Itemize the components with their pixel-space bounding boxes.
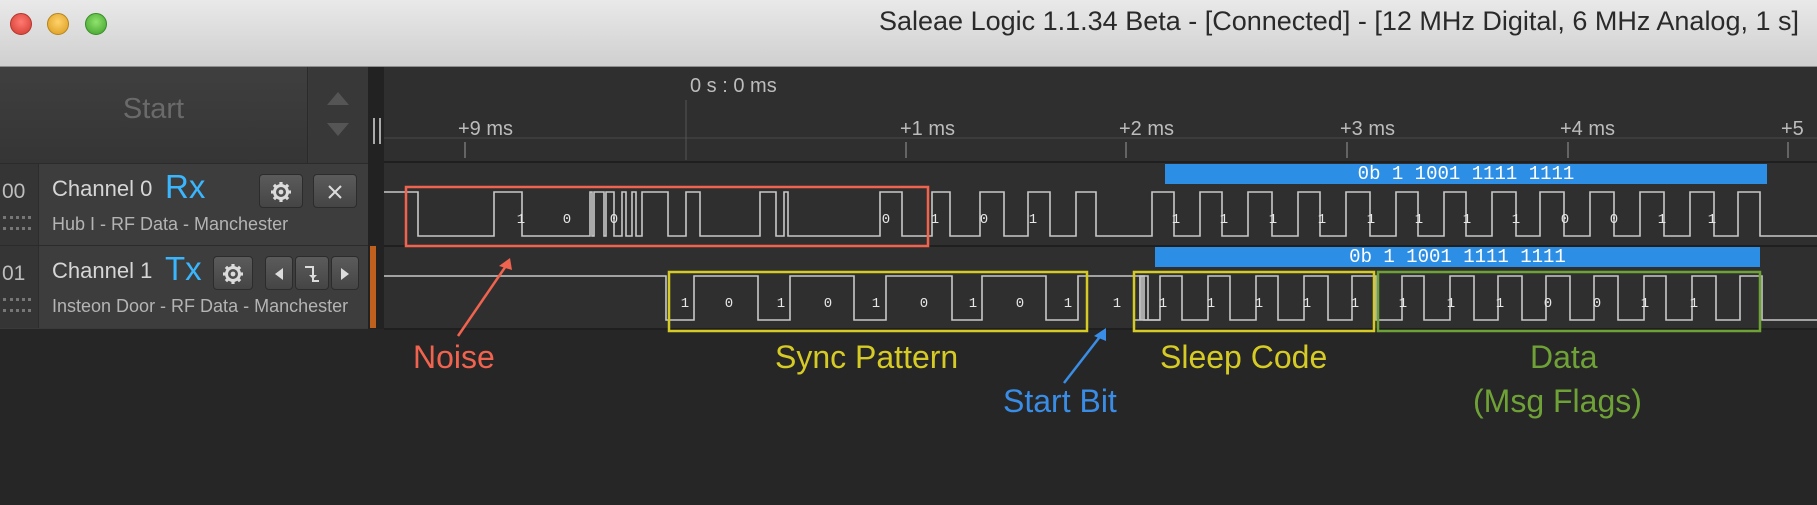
- channel-number: 00: [2, 180, 26, 203]
- arrow-left-icon: [275, 268, 283, 280]
- window-title: Saleae Logic 1.1.34 Beta - [Connected] -…: [879, 6, 1799, 36]
- time-tick-label: +1 ms: [900, 118, 956, 140]
- chevron-up-icon[interactable]: [327, 92, 349, 105]
- close-window-button[interactable]: [10, 13, 32, 35]
- panel-splitter[interactable]: [368, 67, 384, 329]
- channel-row-0[interactable]: 00 Channel 0 Rx Hub I - RF Data - Manche…: [0, 163, 368, 246]
- minimize-window-button[interactable]: [47, 13, 69, 35]
- annotation-data: Data: [1530, 339, 1598, 375]
- channel-name[interactable]: Channel 1: [52, 258, 152, 284]
- gear-icon: [223, 264, 243, 284]
- chevron-down-icon[interactable]: [327, 123, 349, 136]
- next-edge-button[interactable]: [331, 256, 359, 290]
- maximize-window-button[interactable]: [85, 13, 107, 35]
- decode-bubble-channel-1[interactable]: 0b 1 1001 1111 1111: [1155, 247, 1760, 267]
- decode-bubble-channel-0[interactable]: 0b 1 1001 1111 1111: [1165, 164, 1767, 184]
- channel-panel: Start 00 Channel 0 Rx Hub I - RF Data - …: [0, 67, 368, 329]
- drag-handle-icon[interactable]: [3, 298, 31, 312]
- gear-icon: [271, 182, 291, 202]
- annotation-sleep-code: Sleep Code: [1160, 339, 1328, 375]
- annotation-sync-pattern: Sync Pattern: [775, 339, 959, 375]
- annotation-msg-flags: (Msg Flags): [1473, 383, 1642, 419]
- channel-number: 01: [2, 262, 26, 285]
- time-tick-label: +9 ms: [458, 118, 514, 140]
- time-tick-label: +2 ms: [1119, 118, 1175, 140]
- channel-number-box[interactable]: 00: [0, 164, 39, 246]
- channel-annotation-tx: Tx: [165, 250, 202, 287]
- waveform-area[interactable]: [370, 67, 1817, 329]
- start-bit-arrow: [1063, 333, 1103, 384]
- arrow-right-icon: [341, 268, 349, 280]
- channel-subtitle: Insteon Door - RF Data - Manchester: [52, 296, 349, 316]
- start-label: Start: [122, 93, 185, 125]
- title-bar: Saleae Logic 1.1.34 Beta - [Connected] -…: [0, 0, 1817, 67]
- annotation-start-bit: Start Bit: [1003, 383, 1117, 419]
- channel-subtitle: Hub I - RF Data - Manchester: [52, 214, 289, 234]
- previous-edge-button[interactable]: [265, 256, 293, 290]
- start-button[interactable]: Start: [0, 67, 308, 163]
- close-icon: [328, 185, 342, 199]
- trigger-button[interactable]: [295, 256, 329, 290]
- time-tick-label: +3 ms: [1340, 118, 1396, 140]
- channel-annotation-rx: Rx: [165, 168, 206, 205]
- channel-settings-button[interactable]: [213, 256, 253, 290]
- channel-name[interactable]: Channel 0: [52, 176, 152, 202]
- annotation-noise: Noise: [413, 339, 495, 375]
- drag-handle-icon[interactable]: [3, 216, 31, 230]
- start-options-stepper[interactable]: [309, 67, 368, 163]
- channel-number-box[interactable]: 01: [0, 246, 39, 328]
- channel-settings-button[interactable]: [259, 174, 303, 208]
- timeline-origin-label: 0 s : 0 ms: [690, 75, 777, 97]
- channel-row-1[interactable]: 01 Channel 1 Tx Insteon Door - RF Data -…: [0, 245, 368, 328]
- channel-close-button[interactable]: [313, 174, 357, 208]
- trigger-edge-icon: [305, 266, 319, 282]
- time-tick-label: +4 ms: [1560, 118, 1616, 140]
- time-tick-label: +5: [1781, 118, 1804, 140]
